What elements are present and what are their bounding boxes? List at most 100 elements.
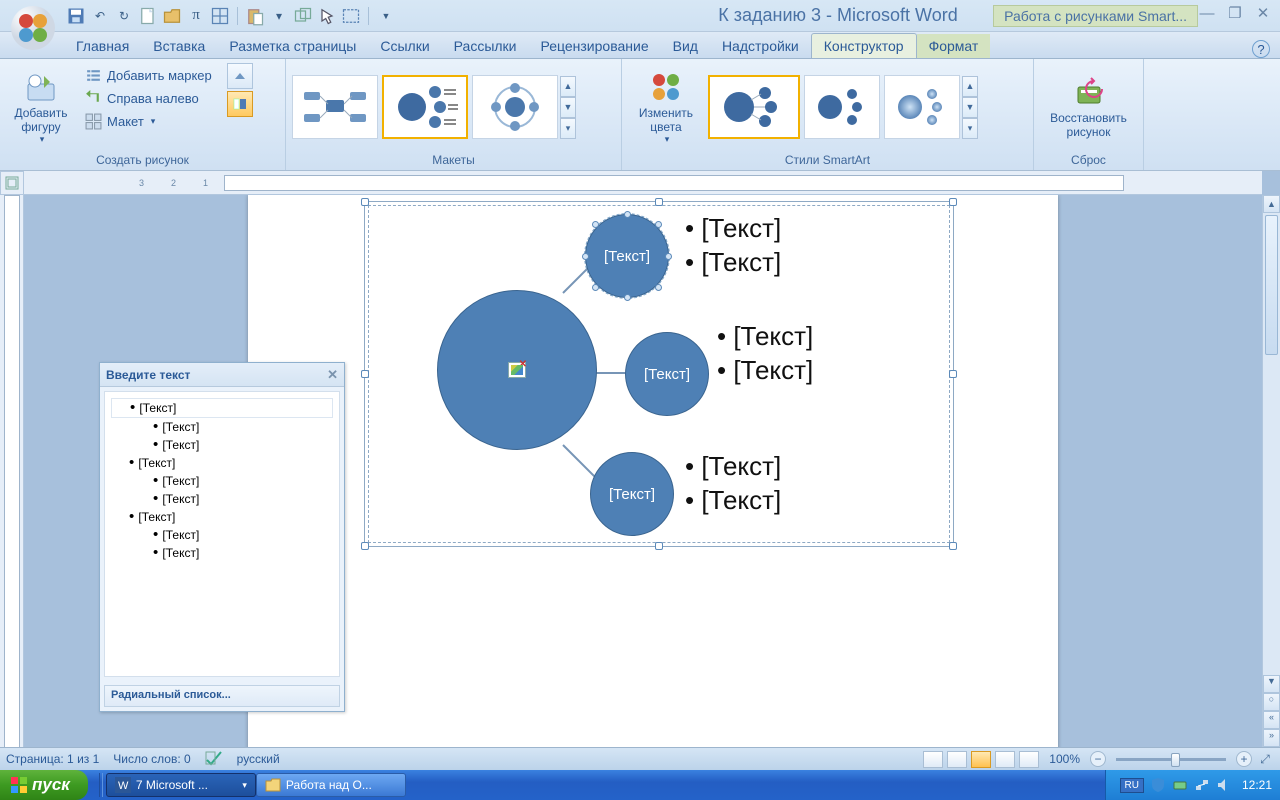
text-pane-item[interactable]: [Текст] <box>111 454 333 472</box>
text-pane-item[interactable]: [Текст] <box>111 508 333 526</box>
text-pane-item[interactable]: [Текст] <box>111 544 333 562</box>
style-option-2[interactable] <box>804 75 880 139</box>
tab-format[interactable]: Формат <box>917 34 991 58</box>
layouts-more[interactable]: ▾ <box>560 118 576 139</box>
horizontal-ruler[interactable]: 321 <box>24 171 1262 195</box>
text-pane-item[interactable]: [Текст] <box>111 490 333 508</box>
smartart-frame[interactable]: [Текст] [Текст] [Текст] • [Текст]• [Текс… <box>364 201 954 547</box>
status-word-count[interactable]: Число слов: 0 <box>113 752 190 766</box>
style-option-3[interactable] <box>884 75 960 139</box>
styles-scroll-down[interactable]: ▼ <box>962 97 978 118</box>
taskbar-item-folder[interactable]: Работа над О... <box>256 773 406 797</box>
view-full-screen[interactable] <box>947 751 967 768</box>
tab-view[interactable]: Вид <box>661 34 710 58</box>
ruler-corner[interactable] <box>0 171 24 195</box>
status-page[interactable]: Страница: 1 из 1 <box>6 752 99 766</box>
text-pane-item[interactable]: [Текст] <box>111 398 333 418</box>
qat-group-icon[interactable] <box>293 6 313 26</box>
tab-addins[interactable]: Надстройки <box>710 34 811 58</box>
zoom-level[interactable]: 100% <box>1049 752 1080 766</box>
layout-option-1[interactable] <box>292 75 378 139</box>
qat-new-icon[interactable] <box>138 6 158 26</box>
prev-page-button[interactable]: « <box>1263 711 1280 729</box>
view-draft[interactable] <box>1019 751 1039 768</box>
qat-undo-icon[interactable]: ↶ <box>90 6 110 26</box>
smartart-diagram[interactable]: [Текст] [Текст] [Текст] • [Текст]• [Текс… <box>375 212 943 536</box>
promote-button[interactable] <box>227 63 253 89</box>
text-pane-header[interactable]: Введите текст ✕ <box>100 363 344 387</box>
next-page-button[interactable]: » <box>1263 729 1280 747</box>
layouts-scroll-down[interactable]: ▼ <box>560 97 576 118</box>
tab-home[interactable]: Главная <box>64 34 141 58</box>
add-bullet-button[interactable]: Добавить маркер <box>80 65 217 86</box>
taskbar-item-word[interactable]: W7 Microsoft ...▾ <box>106 773 256 797</box>
qat-open-icon[interactable] <box>162 6 182 26</box>
qat-redo-icon[interactable]: ↻ <box>114 6 134 26</box>
office-button[interactable] <box>8 4 58 52</box>
layout-option-3[interactable] <box>472 75 558 139</box>
vertical-scrollbar[interactable]: ▲ ▼ ○ « » <box>1262 195 1280 747</box>
help-button[interactable]: ? <box>1252 40 1270 58</box>
text-pane-close-icon[interactable]: ✕ <box>327 367 338 383</box>
zoom-slider-thumb[interactable] <box>1171 753 1180 767</box>
qat-select-objects-icon[interactable] <box>341 6 361 26</box>
zoom-in-button[interactable]: + <box>1236 751 1252 767</box>
tray-clock[interactable]: 12:21 <box>1242 778 1272 792</box>
qat-table-icon[interactable] <box>210 6 230 26</box>
diagram-bullets-1[interactable]: • [Текст]• [Текст] <box>685 212 781 280</box>
image-placeholder-icon[interactable] <box>508 362 526 378</box>
zoom-fit-button[interactable]: ⤢ <box>1256 752 1274 767</box>
diagram-node-3[interactable]: [Текст] <box>590 452 674 536</box>
tab-insert[interactable]: Вставка <box>141 34 217 58</box>
diagram-node-2[interactable]: [Текст] <box>625 332 709 416</box>
tray-shield-icon[interactable] <box>1150 777 1166 793</box>
start-button[interactable]: пуск <box>0 770 88 800</box>
text-pane-item[interactable]: [Текст] <box>111 436 333 454</box>
tab-review[interactable]: Рецензирование <box>529 34 661 58</box>
diagram-node-1[interactable]: [Текст] <box>585 214 669 298</box>
qat-paste-icon[interactable] <box>245 6 265 26</box>
text-pane-toggle[interactable] <box>227 91 253 117</box>
qat-equation-icon[interactable]: π <box>186 6 206 26</box>
diagram-bullets-2[interactable]: • [Текст]• [Текст] <box>717 320 813 388</box>
browse-object-button[interactable]: ○ <box>1263 693 1280 711</box>
change-colors-button[interactable]: Изменить цвета▾ <box>628 63 704 151</box>
add-shape-button[interactable]: Добавить фигуру▾ <box>6 63 76 151</box>
styles-scroll-up[interactable]: ▲ <box>962 76 978 97</box>
text-pane-item[interactable]: [Текст] <box>111 418 333 436</box>
qat-paste-special-icon[interactable]: ▾ <box>269 6 289 26</box>
qat-select-icon[interactable] <box>317 6 337 26</box>
view-outline[interactable] <box>995 751 1015 768</box>
text-pane-item[interactable]: [Текст] <box>111 472 333 490</box>
layout-option-2[interactable] <box>382 75 468 139</box>
tray-volume-icon[interactable] <box>1216 777 1232 793</box>
rtl-button[interactable]: Справа налево <box>80 88 217 109</box>
zoom-out-button[interactable]: − <box>1090 751 1106 767</box>
text-pane-footer[interactable]: Радиальный список... <box>104 685 340 707</box>
vertical-ruler[interactable] <box>0 195 24 747</box>
minimize-button[interactable]: — <box>1196 4 1218 22</box>
style-option-1[interactable] <box>708 75 800 139</box>
scroll-up-button[interactable]: ▲ <box>1263 195 1280 213</box>
reset-graphic-button[interactable]: Восстановить рисунок <box>1040 63 1137 151</box>
close-button[interactable]: ✕ <box>1252 4 1274 22</box>
styles-more[interactable]: ▾ <box>962 118 978 139</box>
text-pane[interactable]: Введите текст ✕ [Текст][Текст][Текст][Те… <box>99 362 345 712</box>
tray-removable-icon[interactable] <box>1172 777 1188 793</box>
diagram-bullets-3[interactable]: • [Текст]• [Текст] <box>685 450 781 518</box>
tab-mailings[interactable]: Рассылки <box>442 34 529 58</box>
zoom-slider[interactable] <box>1116 758 1226 761</box>
text-pane-item[interactable]: [Текст] <box>111 526 333 544</box>
qat-save-icon[interactable] <box>66 6 86 26</box>
scroll-thumb[interactable] <box>1265 215 1278 355</box>
status-language[interactable]: русский <box>237 752 280 766</box>
qat-customize-icon[interactable]: ▼ <box>376 6 396 26</box>
tab-page-layout[interactable]: Разметка страницы <box>217 34 368 58</box>
status-proofing-icon[interactable] <box>205 750 223 769</box>
diagram-center-node[interactable] <box>437 290 597 450</box>
layouts-scroll-up[interactable]: ▲ <box>560 76 576 97</box>
restore-button[interactable]: ❐ <box>1224 4 1246 22</box>
layout-button[interactable]: Макет▾ <box>80 111 217 132</box>
view-print-layout[interactable] <box>923 751 943 768</box>
tab-design[interactable]: Конструктор <box>811 33 917 58</box>
